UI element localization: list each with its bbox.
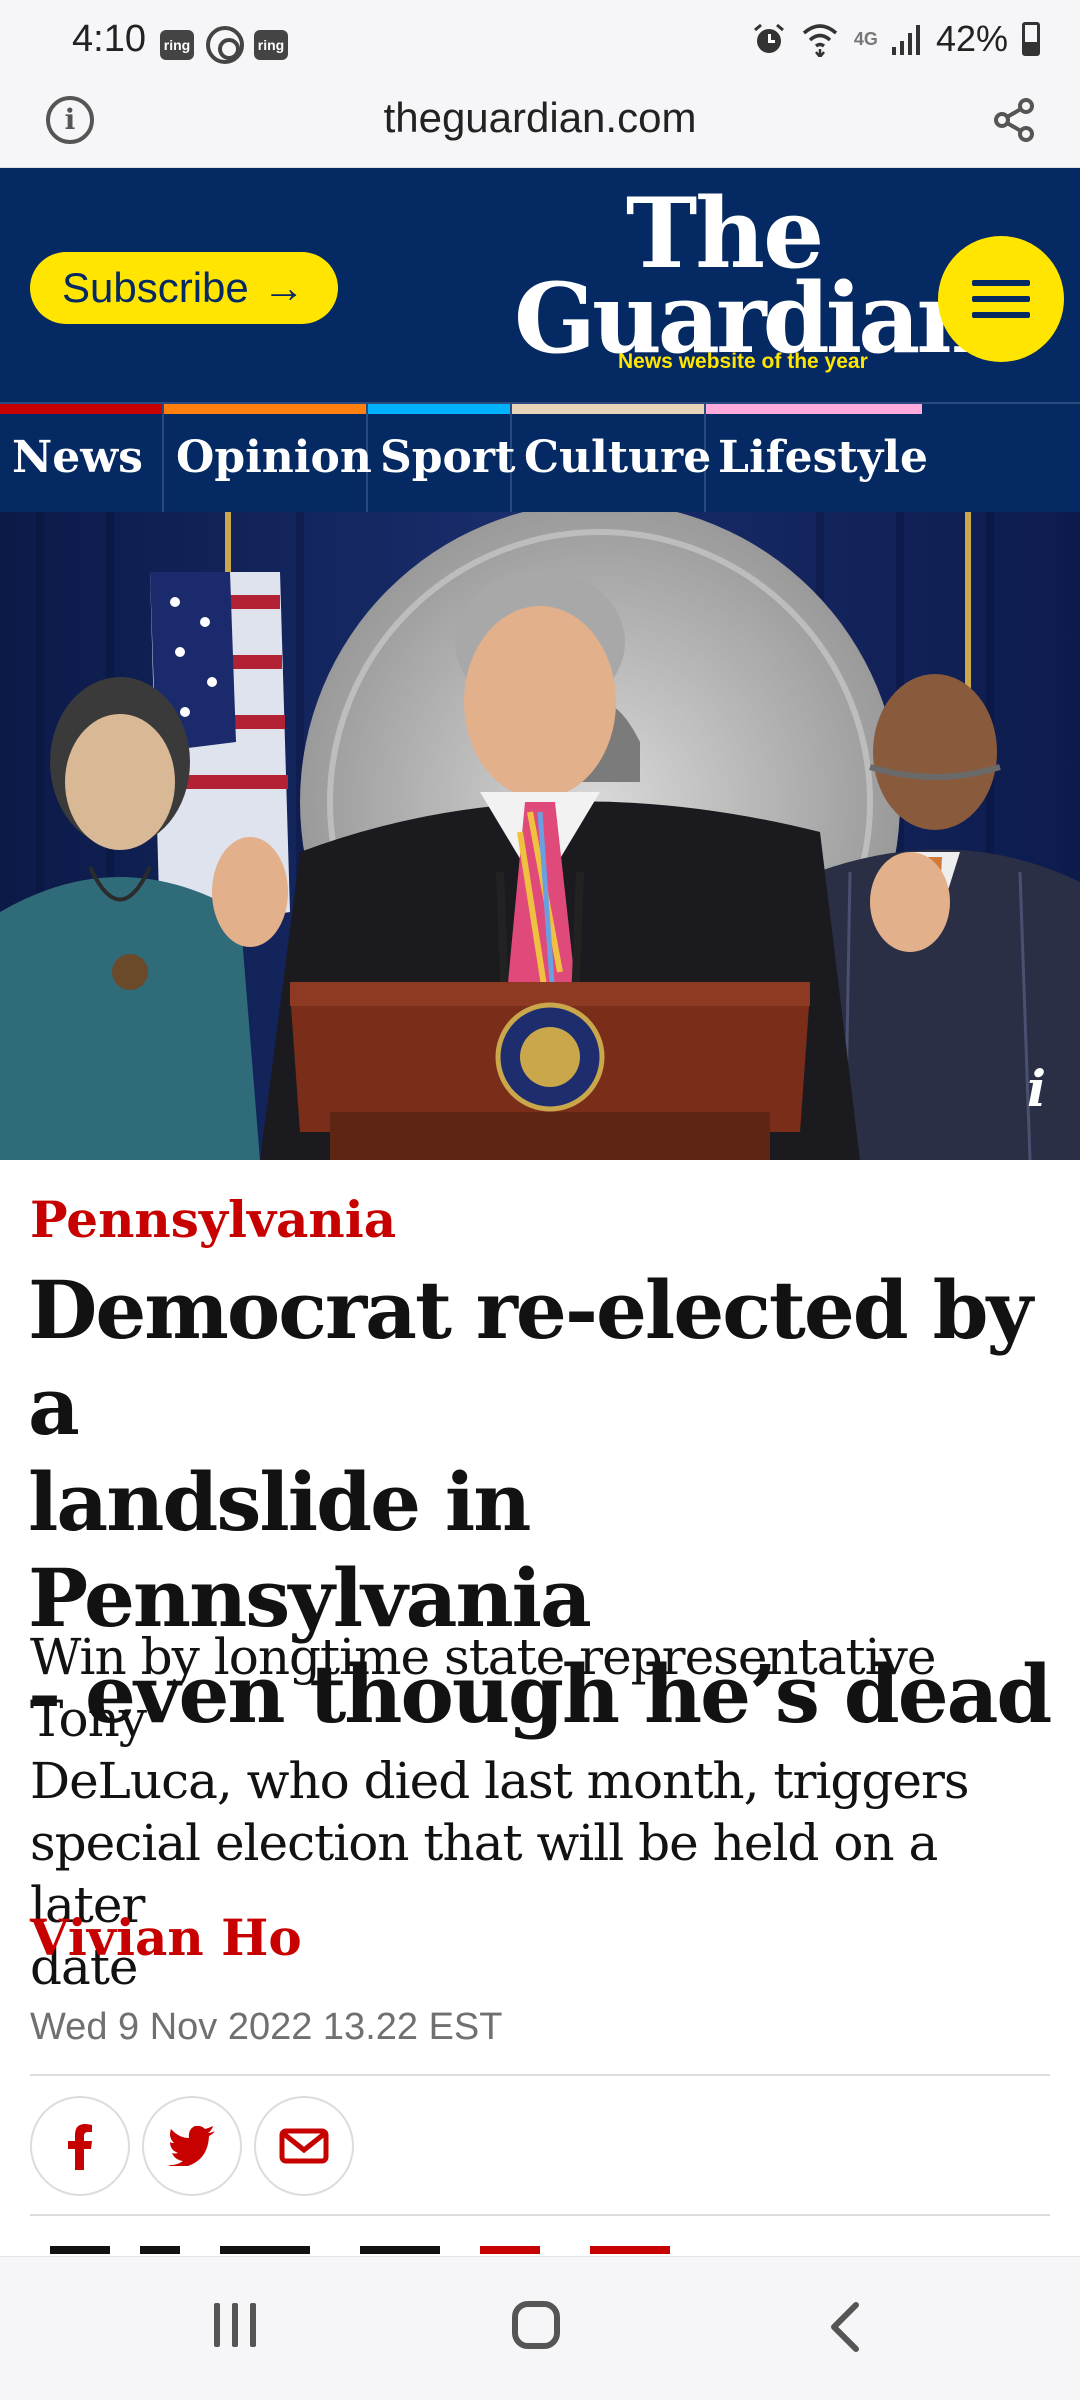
recent-apps-bar xyxy=(250,2303,256,2347)
share-facebook-button[interactable] xyxy=(30,2096,130,2196)
alarm-icon xyxy=(753,23,784,53)
status-bar: 4:10 ring ring 4G 42% xyxy=(0,0,1080,72)
subscribe-label: Subscribe xyxy=(62,264,249,311)
back-button[interactable] xyxy=(820,2301,868,2353)
twitter-icon xyxy=(168,2126,215,2166)
guardian-header: Subscribe → The Guardian News website of… xyxy=(0,168,1080,402)
section-kicker[interactable]: Pennsylvania xyxy=(30,1190,396,1249)
share-icon[interactable] xyxy=(992,98,1036,142)
menu-button[interactable] xyxy=(938,236,1064,362)
battery-percent: 42% xyxy=(935,18,1008,59)
status-time: 4:10 xyxy=(72,18,146,60)
nav-item-sport[interactable]: Sport xyxy=(368,404,515,514)
next-article-text-cutoff xyxy=(30,2240,1050,2254)
nav-item-opinion[interactable]: Opinion xyxy=(164,404,372,514)
photo-info-icon[interactable]: i xyxy=(1027,1059,1046,1118)
facebook-icon xyxy=(68,2124,92,2170)
headline-line: landslide in Pennsylvania xyxy=(28,1455,592,1645)
headline-line: Democrat re-elected by a xyxy=(28,1263,1033,1453)
ring-notification-icon-2: ring xyxy=(254,30,288,60)
divider xyxy=(30,2214,1050,2216)
battery-icon xyxy=(1022,22,1040,56)
recent-apps-bar xyxy=(232,2303,238,2347)
guardian-logo[interactable]: The Guardian News website of the year xyxy=(514,186,986,374)
logo-tagline: News website of the year xyxy=(618,350,868,373)
author-byline[interactable]: Vivian Ho xyxy=(30,1908,302,1967)
arrow-right-icon: → xyxy=(262,264,305,311)
recent-apps-icon xyxy=(214,2303,220,2347)
share-email-button[interactable] xyxy=(254,2096,354,2196)
network-type: 4G xyxy=(853,28,878,49)
press-conference-photo xyxy=(0,512,1080,1160)
hero-photo[interactable]: i xyxy=(0,512,1080,1160)
share-twitter-button[interactable] xyxy=(142,2096,242,2196)
publish-date: Wed 9 Nov 2022 13.22 EST xyxy=(30,2006,503,2048)
nav-item-culture[interactable]: Culture xyxy=(512,404,711,514)
nav-item-news[interactable]: News xyxy=(0,404,164,514)
hamburger-icon xyxy=(972,280,1030,286)
signal-icon xyxy=(891,25,920,55)
threads-notification-icon xyxy=(206,26,244,64)
nav-item-lifestyle[interactable]: Lifestyle xyxy=(706,404,928,514)
url-text[interactable]: theguardian.com xyxy=(0,94,1080,142)
standfirst-line: Win by longtime state representative Ton… xyxy=(30,1628,936,1748)
standfirst-line: DeLuca, who died last month, triggers xyxy=(30,1752,970,1810)
status-indicators: 4G 42% xyxy=(752,18,1040,60)
recent-apps-button[interactable] xyxy=(214,2303,256,2347)
system-navigation-bar xyxy=(0,2256,1080,2400)
browser-address-bar[interactable]: i theguardian.com xyxy=(0,72,1080,168)
subscribe-button[interactable]: Subscribe → xyxy=(30,252,338,324)
email-icon xyxy=(279,2128,329,2164)
section-nav: News Opinion Sport Culture Lifestyle xyxy=(0,402,1080,514)
hamburger-line xyxy=(972,312,1030,318)
wifi-icon xyxy=(802,24,838,57)
ring-notification-icon: ring xyxy=(160,30,194,60)
divider xyxy=(30,2074,1050,2076)
hamburger-line xyxy=(972,296,1030,302)
home-button[interactable] xyxy=(512,2301,560,2349)
